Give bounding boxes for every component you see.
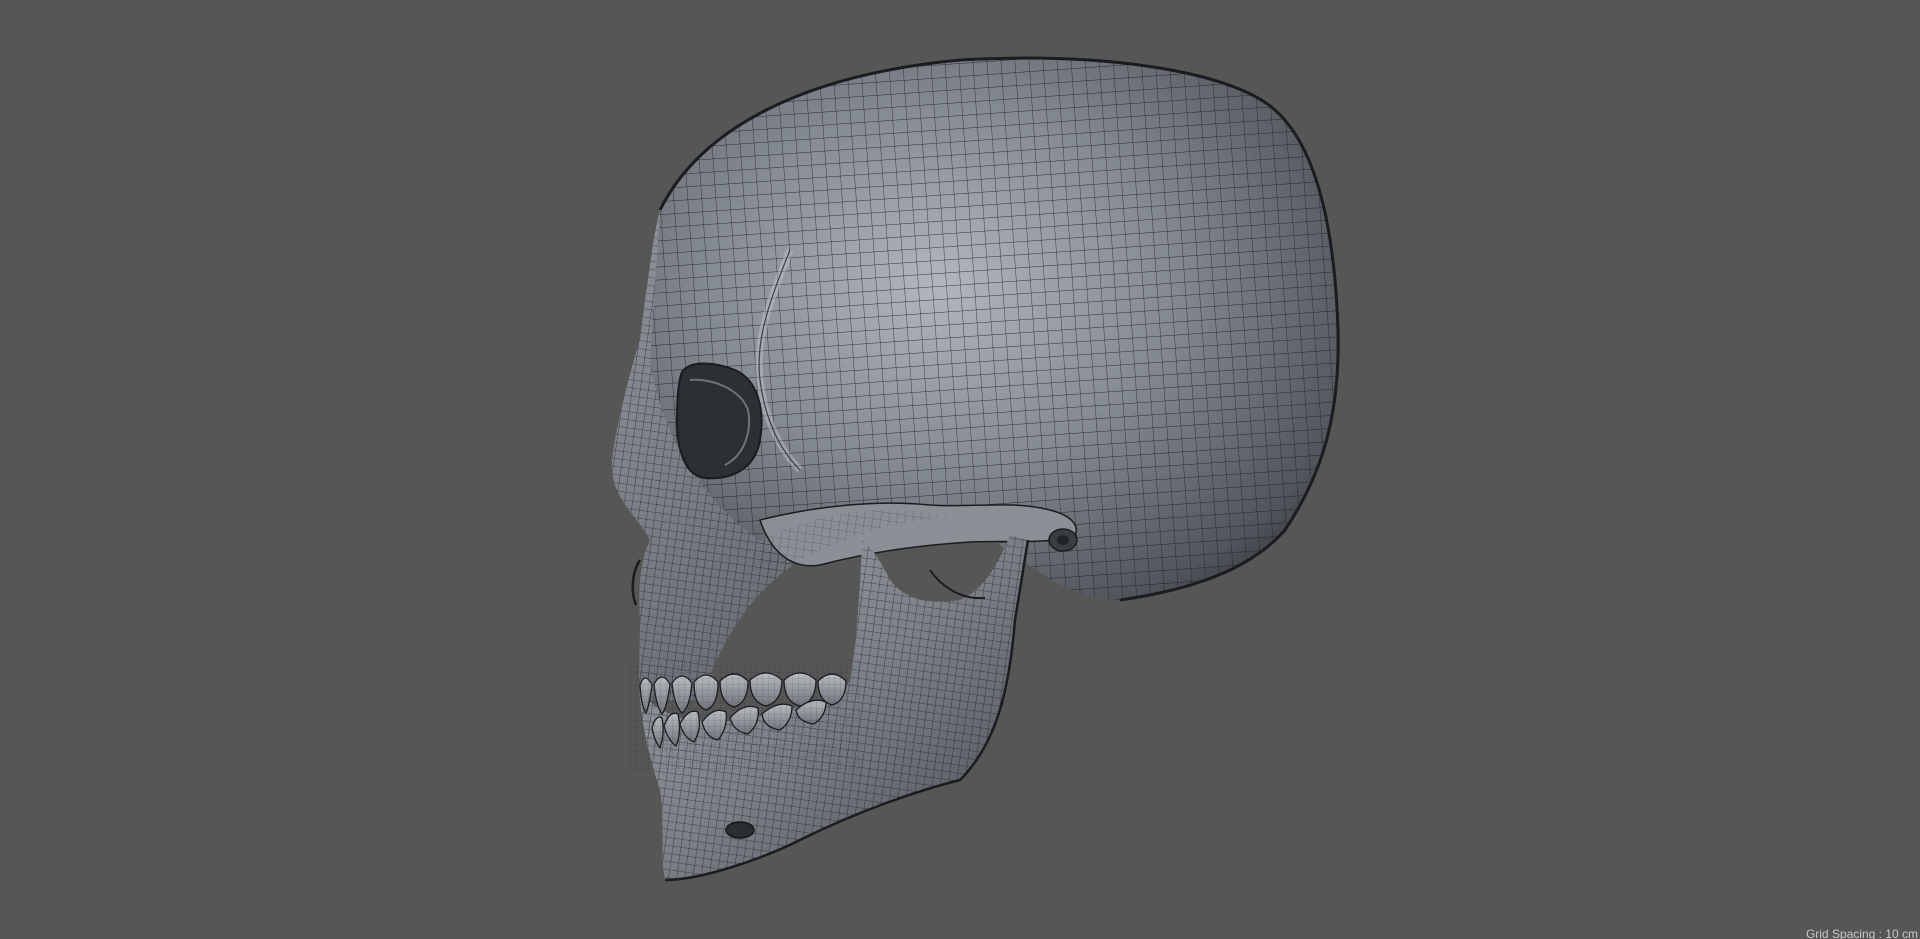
skull-model[interactable] — [0, 0, 1920, 939]
teeth — [630, 660, 860, 770]
grid-spacing-readout: Grid Spacing : 10 cm — [1805, 927, 1918, 939]
ear-canal — [1048, 528, 1078, 552]
3d-viewport[interactable]: Grid Spacing : 10 cm — [0, 0, 1920, 939]
mental-foramen — [725, 821, 755, 839]
